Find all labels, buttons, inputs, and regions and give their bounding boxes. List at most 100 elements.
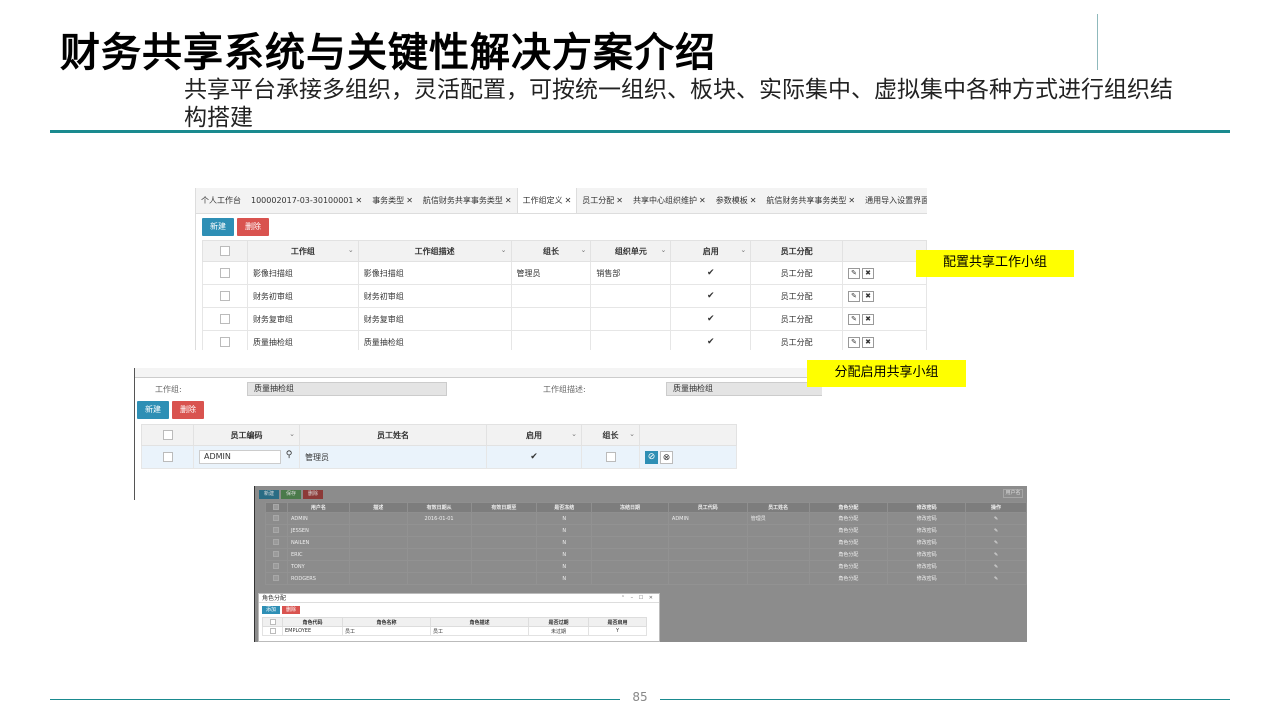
close-icon[interactable]: ✕ [616,196,623,205]
save-button[interactable]: 保存 [281,489,302,499]
chevron-down-icon: ⌄ [571,430,577,438]
table-header: 用户名 描述 有效日期从 有效日期至 是否冻结 冻结日期 员工代码 员工姓名 角… [265,502,1027,513]
column-header[interactable]: 员工编码 ⌄ [193,424,300,446]
close-icon[interactable]: ✖ [862,290,875,302]
close-icon[interactable]: ✕ [750,196,757,205]
tab-document[interactable]: 100002017-03-30100001 ✕ [246,188,367,213]
role-assign-link[interactable]: 角色分配 [808,548,889,561]
edit-icon[interactable]: ✎ [848,336,861,348]
column-header[interactable]: 组长 ⌄ [581,424,640,446]
enabled-checkbox[interactable]: ✔ [707,268,715,278]
select-all-checkbox[interactable] [162,430,173,440]
row-checkbox[interactable] [162,452,173,462]
select-all-checkbox[interactable] [269,618,276,625]
add-button[interactable]: 添加 [262,606,281,614]
change-password-link[interactable]: 修改密码 [887,572,967,585]
row-checkbox[interactable] [269,627,276,634]
new-button[interactable]: 新建 [259,489,280,499]
change-password-link[interactable]: 修改密码 [887,512,967,525]
edit-icon[interactable]: ✎ [848,290,861,302]
enabled-checkbox[interactable]: ✔ [707,314,715,324]
workgroup-desc-field[interactable]: 质量抽检组 [666,382,822,396]
table-row: ADMIN 2016-01-01 N ADMIN 管理员 角色分配 修改密码 ✎ [265,512,1027,525]
employee-assign-link[interactable]: 员工分配 [750,284,844,308]
row-checkbox[interactable] [219,337,230,347]
edit-icon[interactable]: ✎ [965,560,1027,573]
delete-button[interactable]: 删除 [282,606,301,614]
confirm-icon[interactable]: ⊘ [645,450,658,464]
close-icon[interactable]: ✖ [862,267,875,279]
column-header[interactable]: 启用 ⌄ [486,424,582,446]
enabled-checkbox[interactable]: ✔ [530,452,538,462]
window-controls[interactable]: ⌃ – ☐ ✕ [621,594,655,603]
new-button[interactable]: 新建 [137,401,169,419]
close-icon[interactable]: ✕ [355,196,362,205]
role-assign-link[interactable]: 角色分配 [808,512,889,525]
select-all-checkbox[interactable] [219,246,230,256]
edit-icon[interactable]: ✎ [965,572,1027,585]
edit-icon[interactable]: ✎ [848,267,861,279]
column-header[interactable]: 工作组描述 ⌄ [357,240,512,262]
tab-import-settings[interactable]: 通用导入设置界面✕ [860,188,927,213]
row-checkbox[interactable] [273,562,280,569]
delete-button[interactable]: 删除 [303,489,324,499]
edit-icon[interactable]: ✎ [965,548,1027,561]
change-password-link[interactable]: 修改密码 [887,560,967,573]
tab-org-maintenance[interactable]: 共享中心组织维护 ✕ [628,188,711,213]
close-icon[interactable]: ✕ [848,196,855,205]
edit-icon[interactable]: ✎ [848,313,861,325]
edit-icon[interactable]: ✎ [965,536,1027,549]
column-header[interactable]: 组织单元 ⌄ [590,240,672,262]
employee-assign-link[interactable]: 员工分配 [750,330,844,350]
delete-button[interactable]: 删除 [172,401,204,419]
new-button[interactable]: 新建 [202,218,234,236]
row-checkbox[interactable] [273,514,280,521]
column-header[interactable]: 工作组 ⌄ [246,240,359,262]
enabled-checkbox[interactable]: ✔ [707,337,715,347]
enabled-checkbox[interactable]: ✔ [707,291,715,301]
tab-workgroup-definition[interactable]: 工作组定义 ✕ [516,188,578,213]
row-checkbox[interactable] [273,550,280,557]
tab-transaction-type[interactable]: 事务类型 ✕ [367,188,418,213]
close-icon[interactable]: ✖ [862,336,875,348]
tab-shared-transaction-type[interactable]: 航信财务共享事务类型 ✕ [418,188,517,213]
close-icon[interactable]: ✖ [862,313,875,325]
change-password-link[interactable]: 修改密码 [887,548,967,561]
cancel-icon[interactable]: ⊗ [660,450,673,464]
close-icon[interactable]: ✕ [406,196,413,205]
close-icon[interactable]: ✕ [699,196,706,205]
tab-shared-transaction-type-2[interactable]: 航信财务共享事务类型 ✕ [761,188,860,213]
close-icon[interactable]: ✕ [565,196,572,205]
close-icon[interactable]: ✕ [505,196,512,205]
change-password-link[interactable]: 修改密码 [887,524,967,537]
row-checkbox[interactable] [219,268,230,278]
edit-icon[interactable]: ✎ [965,512,1027,525]
row-checkbox[interactable] [273,538,280,545]
workgroup-field[interactable]: 质量抽检组 [247,382,447,396]
leader-checkbox[interactable] [605,452,616,462]
column-header[interactable]: 启用 ⌄ [670,240,752,262]
role-assign-link[interactable]: 角色分配 [808,524,889,537]
column-header: 员工姓名 [299,424,487,446]
tab-param-template[interactable]: 参数模板 ✕ [711,188,762,213]
username-search-input[interactable]: 用户名 [1003,489,1023,498]
role-assign-link[interactable]: 角色分配 [808,560,889,573]
tab-personal-workbench[interactable]: 个人工作台 [196,188,246,213]
column-header[interactable]: 组长 ⌄ [510,240,592,262]
employee-assign-link[interactable]: 员工分配 [750,261,844,285]
employee-code-input[interactable]: ADMIN [199,450,281,464]
edit-icon[interactable]: ✎ [965,524,1027,537]
row-checkbox[interactable] [273,574,280,581]
tab-employee-assignment[interactable]: 员工分配 ✕ [577,188,628,213]
row-checkbox[interactable] [273,526,280,533]
employee-assign-link[interactable]: 员工分配 [750,307,844,331]
select-all-checkbox[interactable] [273,503,280,510]
role-assign-link[interactable]: 角色分配 [808,536,889,549]
change-password-link[interactable]: 修改密码 [887,536,967,549]
row-checkbox[interactable] [219,291,230,301]
row-checkbox[interactable] [219,314,230,324]
search-icon[interactable]: ⚲ [281,450,297,464]
employee-table: 员工编码 ⌄ 员工姓名 启用 ⌄ 组长 ⌄ ADMIN ⚲ 管理员 ✔ ⊘ ⊗ [141,424,737,469]
delete-button[interactable]: 删除 [237,218,269,236]
role-assign-link[interactable]: 角色分配 [808,572,889,585]
